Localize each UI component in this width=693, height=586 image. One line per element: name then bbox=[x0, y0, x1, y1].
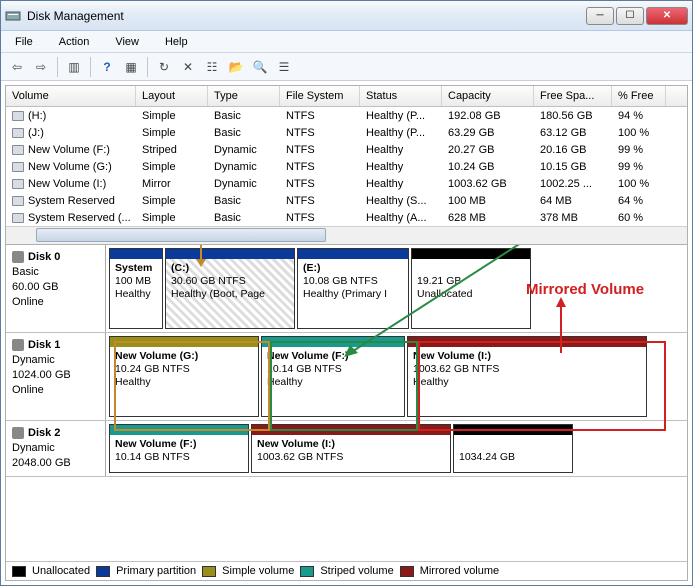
drive-icon bbox=[12, 196, 24, 206]
volume-box[interactable]: New Volume (I:)1003.62 GB NTFS bbox=[251, 424, 451, 473]
volume-row[interactable]: (H:) Simple Basic NTFS Healthy (P... 192… bbox=[6, 107, 687, 124]
disk-label[interactable]: Disk 0Basic60.00 GBOnline bbox=[6, 245, 106, 332]
volume-box[interactable]: (E:)10.08 GB NTFSHealthy (Primary I bbox=[297, 248, 409, 329]
volume-row[interactable]: (J:) Simple Basic NTFS Healthy (P... 63.… bbox=[6, 124, 687, 141]
volume-strip: New Volume (G:)10.24 GB NTFSHealthyNew V… bbox=[106, 333, 687, 420]
drive-icon bbox=[12, 213, 24, 223]
menu-view[interactable]: View bbox=[111, 34, 143, 50]
col-freespace[interactable]: Free Spa... bbox=[534, 86, 612, 106]
settings-button[interactable]: ▦ bbox=[121, 57, 141, 77]
maximize-button[interactable]: ☐ bbox=[616, 7, 644, 25]
back-button[interactable]: ⇦ bbox=[7, 57, 27, 77]
drive-icon bbox=[12, 111, 24, 121]
volume-box[interactable]: New Volume (I:)1003.62 GB NTFSHealthy bbox=[407, 336, 647, 417]
forward-button[interactable]: ⇨ bbox=[31, 57, 51, 77]
titlebar[interactable]: Disk Management ─ ☐ ✕ bbox=[1, 1, 692, 31]
disk-row: Disk 2Dynamic2048.00 GBNew Volume (F:)10… bbox=[6, 421, 687, 477]
volume-row[interactable]: New Volume (F:) Striped Dynamic NTFS Hea… bbox=[6, 141, 687, 158]
legend: Unallocated Primary partition Simple volum… bbox=[6, 561, 687, 580]
volume-box[interactable]: New Volume (F:)10.14 GB NTFSHealthy bbox=[261, 336, 405, 417]
drive-icon bbox=[12, 145, 24, 155]
volume-strip: System100 MBHealthy(C:)30.60 GB NTFSHeal… bbox=[106, 245, 687, 332]
rescan-button[interactable]: ☷ bbox=[202, 57, 222, 77]
volume-box[interactable]: New Volume (F:)10.14 GB NTFS bbox=[109, 424, 249, 473]
disk-label[interactable]: Disk 2Dynamic2048.00 GB bbox=[6, 421, 106, 476]
refresh-button[interactable]: ↻ bbox=[154, 57, 174, 77]
minimize-button[interactable]: ─ bbox=[586, 7, 614, 25]
window-title: Disk Management bbox=[27, 9, 586, 23]
legend-swatch bbox=[400, 566, 414, 577]
col-capacity[interactable]: Capacity bbox=[442, 86, 534, 106]
volume-row[interactable]: System Reserved (... Simple Basic NTFS H… bbox=[6, 209, 687, 226]
legend-swatch bbox=[300, 566, 314, 577]
drive-icon bbox=[12, 179, 24, 189]
col-pctfree[interactable]: % Free bbox=[612, 86, 666, 106]
volume-list-header: Volume Layout Type File System Status Ca… bbox=[6, 86, 687, 107]
volume-row[interactable]: System Reserved Simple Basic NTFS Health… bbox=[6, 192, 687, 209]
close-button[interactable]: ✕ bbox=[646, 7, 688, 25]
volume-row[interactable]: New Volume (G:) Simple Dynamic NTFS Heal… bbox=[6, 158, 687, 175]
content-area: Volume Layout Type File System Status Ca… bbox=[1, 81, 692, 585]
scrollbar-thumb[interactable] bbox=[36, 228, 326, 242]
menu-file[interactable]: File bbox=[11, 34, 37, 50]
legend-swatch bbox=[202, 566, 216, 577]
open-button[interactable]: 📂 bbox=[226, 57, 246, 77]
col-filesystem[interactable]: File System bbox=[280, 86, 360, 106]
disk-graphic-panel: Disk 0Basic60.00 GBOnlineSystem100 MBHea… bbox=[5, 245, 688, 581]
volume-box[interactable]: 19.21 GBUnallocated bbox=[411, 248, 531, 329]
menu-help[interactable]: Help bbox=[161, 34, 192, 50]
volume-row[interactable]: New Volume (I:) Mirror Dynamic NTFS Heal… bbox=[6, 175, 687, 192]
grid-button[interactable]: ☰ bbox=[274, 57, 294, 77]
col-type[interactable]: Type bbox=[208, 86, 280, 106]
disk-icon bbox=[12, 427, 24, 439]
menubar: File Action View Help bbox=[1, 31, 692, 53]
legend-label: Striped volume bbox=[320, 565, 393, 577]
col-volume[interactable]: Volume bbox=[6, 86, 136, 106]
disk-label[interactable]: Disk 1Dynamic1024.00 GBOnline bbox=[6, 333, 106, 420]
legend-swatch bbox=[12, 566, 26, 577]
help-button[interactable]: ? bbox=[97, 57, 117, 77]
app-window: Disk Management ─ ☐ ✕ File Action View H… bbox=[0, 0, 693, 586]
drive-icon bbox=[12, 128, 24, 138]
toolbar: ⇦ ⇨ ▥ ? ▦ ↻ ✕ ☷ 📂 🔍 ☰ bbox=[1, 53, 692, 81]
menu-action[interactable]: Action bbox=[55, 34, 94, 50]
panel-button[interactable]: ▥ bbox=[64, 57, 84, 77]
disk-icon bbox=[12, 339, 24, 351]
horizontal-scrollbar[interactable] bbox=[6, 226, 687, 244]
col-status[interactable]: Status bbox=[360, 86, 442, 106]
disk-row: Disk 0Basic60.00 GBOnlineSystem100 MBHea… bbox=[6, 245, 687, 333]
drive-icon bbox=[12, 162, 24, 172]
find-button[interactable]: 🔍 bbox=[250, 57, 270, 77]
delete-button[interactable]: ✕ bbox=[178, 57, 198, 77]
volume-box[interactable]: System100 MBHealthy bbox=[109, 248, 163, 329]
legend-label: Mirrored volume bbox=[420, 565, 499, 577]
volume-strip: New Volume (F:)10.14 GB NTFSNew Volume (… bbox=[106, 421, 687, 476]
disk-row: Disk 1Dynamic1024.00 GBOnlineNew Volume … bbox=[6, 333, 687, 421]
volume-list: Volume Layout Type File System Status Ca… bbox=[5, 85, 688, 245]
legend-label: Unallocated bbox=[32, 565, 90, 577]
disk-icon bbox=[12, 251, 24, 263]
volume-box[interactable]: (C:)30.60 GB NTFSHealthy (Boot, Page bbox=[165, 248, 295, 329]
legend-label: Simple volume bbox=[222, 565, 294, 577]
app-icon bbox=[5, 8, 21, 24]
volume-box[interactable]: 1034.24 GB bbox=[453, 424, 573, 473]
legend-label: Primary partition bbox=[116, 565, 196, 577]
volume-box[interactable]: New Volume (G:)10.24 GB NTFSHealthy bbox=[109, 336, 259, 417]
col-layout[interactable]: Layout bbox=[136, 86, 208, 106]
legend-swatch bbox=[96, 566, 110, 577]
